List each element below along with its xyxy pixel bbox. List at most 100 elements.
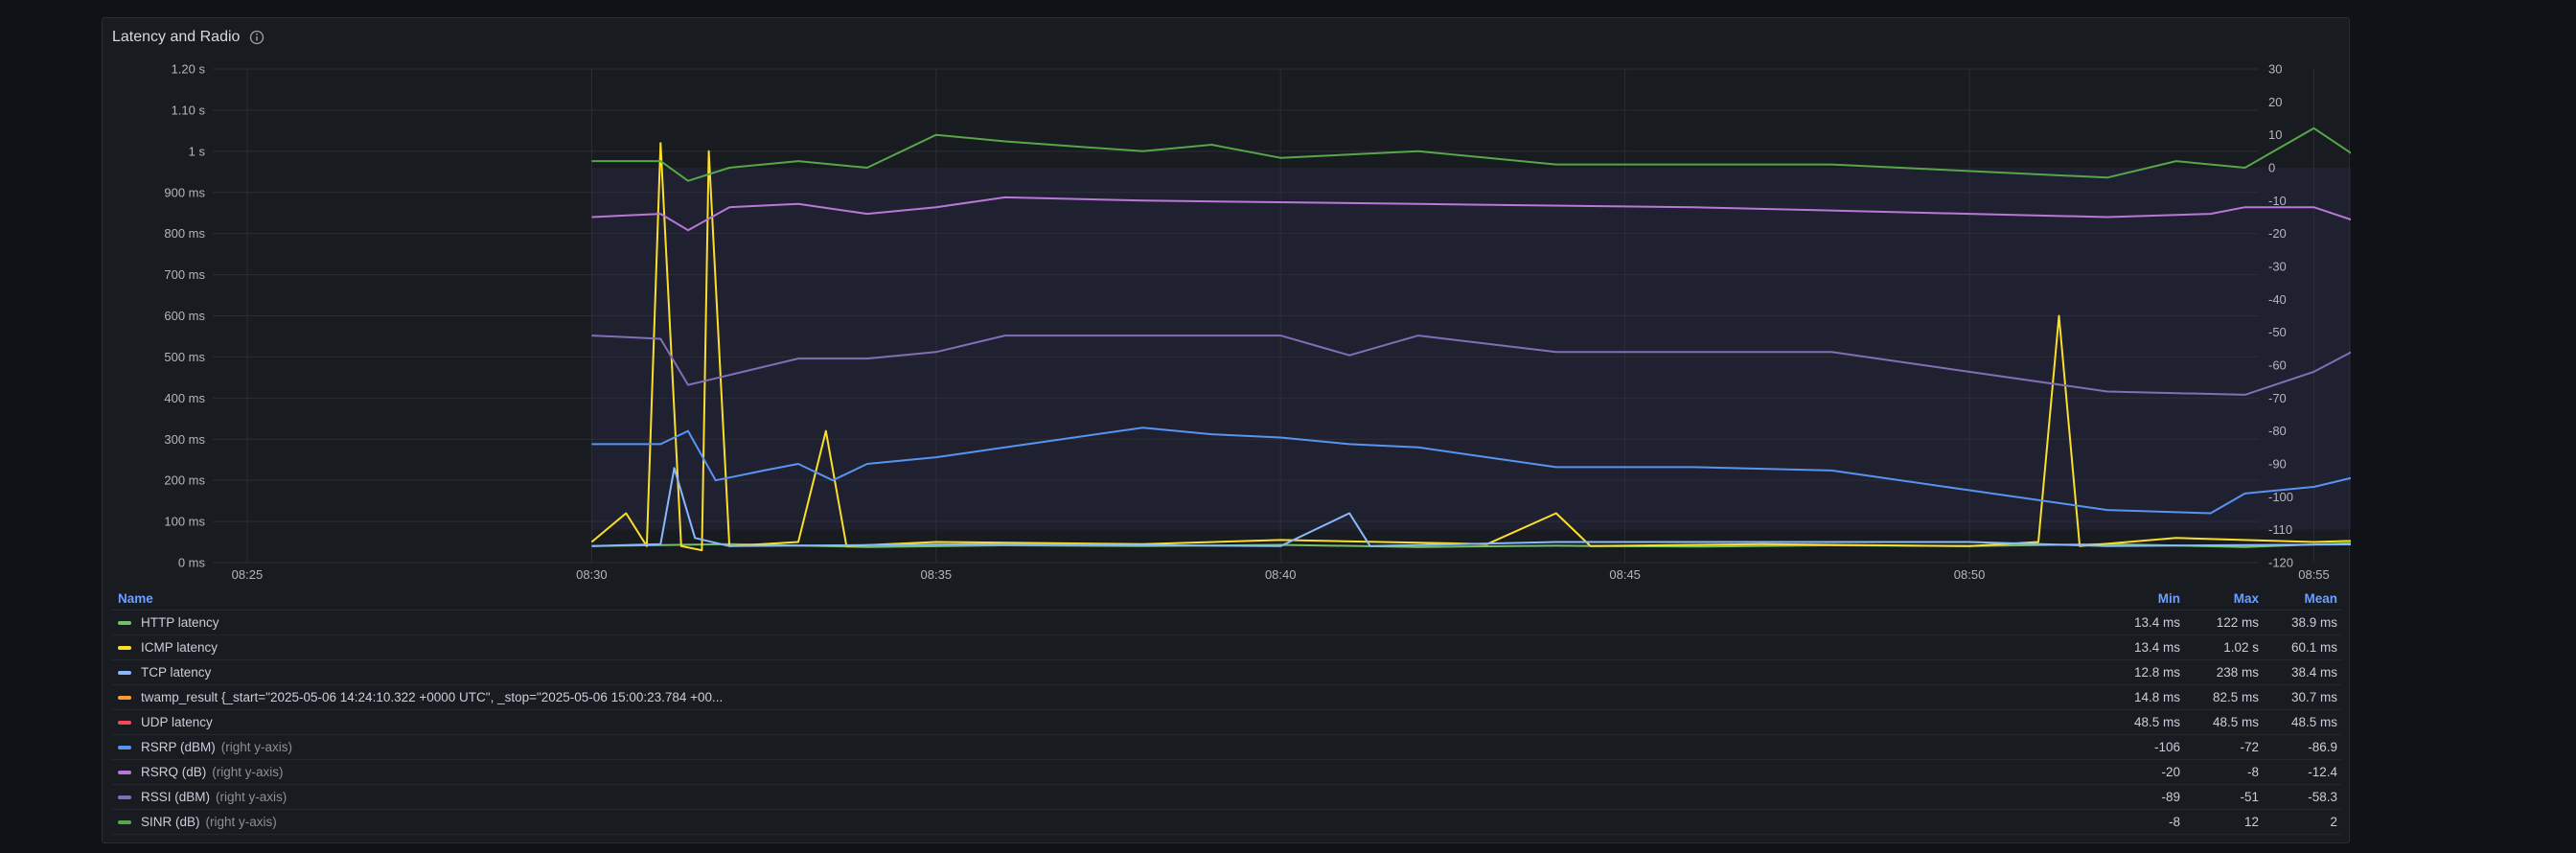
legend-series-name[interactable]: HTTP latency	[112, 615, 2102, 630]
legend-series-name[interactable]: RSSI (dBM) (right y-axis)	[112, 790, 2102, 804]
legend-color-swatch	[118, 795, 131, 799]
legend-row[interactable]: SINR (dB) (right y-axis) -8 12 2	[112, 810, 2341, 835]
y-right-tick-label: -110	[2268, 522, 2292, 537]
legend-min-value: -20	[2161, 765, 2180, 779]
legend-row[interactable]: RSRP (dBM) (right y-axis) -106 -72 -86.9	[112, 735, 2341, 760]
legend-series-name[interactable]: RSRQ (dB) (right y-axis)	[112, 765, 2102, 779]
legend-series-name[interactable]: RSRP (dBM) (right y-axis)	[112, 740, 2102, 754]
legend-axis-note: (right y-axis)	[216, 790, 288, 804]
legend-color-swatch	[118, 670, 131, 675]
legend-series-label: HTTP latency	[141, 615, 219, 630]
legend-min-value: 13.4 ms	[2133, 640, 2180, 655]
legend-max-value: 48.5 ms	[2212, 715, 2259, 729]
legend-mean-value: 30.7 ms	[2290, 690, 2337, 704]
legend-min-value: -8	[2168, 815, 2180, 829]
legend-min-value: -106	[2153, 740, 2180, 754]
x-tick-label: 08:55	[2298, 567, 2330, 582]
legend-header-min[interactable]: Min	[2102, 591, 2180, 606]
legend-color-swatch	[118, 695, 131, 700]
y-left-tick-label: 300 ms	[164, 432, 205, 447]
x-tick-label: 08:35	[921, 567, 953, 582]
y-left-tick-label: 600 ms	[164, 309, 205, 323]
legend-header-mean[interactable]: Mean	[2259, 591, 2341, 606]
legend-max-value: 12	[2243, 815, 2259, 829]
legend-header-max[interactable]: Max	[2180, 591, 2259, 606]
y-right-tick-label: -80	[2268, 424, 2287, 438]
legend-color-swatch	[118, 770, 131, 774]
y-right-tick-label: -10	[2268, 194, 2287, 208]
y-left-tick-label: 700 ms	[164, 267, 205, 282]
legend-row[interactable]: TCP latency 12.8 ms 238 ms 38.4 ms	[112, 660, 2341, 685]
y-left-tick-label: 1 s	[189, 144, 206, 158]
legend-series-label: ICMP latency	[141, 640, 218, 655]
legend-series-label: twamp_result {_start="2025-05-06 14:24:1…	[141, 690, 724, 704]
y-left-tick-label: 0 ms	[178, 556, 206, 570]
legend-series-name[interactable]: ICMP latency	[112, 640, 2102, 655]
coverage-band	[591, 168, 2351, 530]
y-right-tick-label: 30	[2268, 62, 2282, 77]
y-left-tick-label: 900 ms	[164, 185, 205, 199]
y-right-tick-label: -60	[2268, 358, 2287, 373]
legend-max-value: 122 ms	[2216, 615, 2259, 630]
legend-max-value: -72	[2240, 740, 2259, 754]
legend-series-label: RSRQ (dB)	[141, 765, 207, 779]
legend-row[interactable]: ICMP latency 13.4 ms 1.02 s 60.1 ms	[112, 635, 2341, 660]
legend-series-label: RSSI (dBM)	[141, 790, 211, 804]
legend-max-value: 82.5 ms	[2212, 690, 2259, 704]
y-right-tick-label: 10	[2268, 127, 2282, 142]
legend-mean-value: 48.5 ms	[2290, 715, 2337, 729]
legend-mean-value: 38.4 ms	[2290, 665, 2337, 680]
legend-series-name[interactable]: TCP latency	[112, 665, 2102, 680]
x-tick-label: 08:45	[1609, 567, 1641, 582]
legend-row[interactable]: UDP latency 48.5 ms 48.5 ms 48.5 ms	[112, 710, 2341, 735]
legend-axis-note: (right y-axis)	[205, 815, 277, 829]
legend-table: Name Min Max Mean HTTP latency 13.4 ms 122…	[103, 588, 2351, 835]
legend-min-value: 14.8 ms	[2133, 690, 2180, 704]
y-left-tick-label: 1.20 s	[172, 62, 206, 77]
y-right-tick-label: -30	[2268, 260, 2287, 274]
legend-mean-value: -58.3	[2308, 790, 2337, 804]
legend-min-value: 48.5 ms	[2133, 715, 2180, 729]
legend-max-value: -8	[2246, 765, 2259, 779]
legend-header-name[interactable]: Name	[112, 591, 2102, 606]
legend-color-swatch	[118, 645, 131, 650]
legend-axis-note: (right y-axis)	[212, 765, 284, 779]
legend-mean-value: -12.4	[2308, 765, 2337, 779]
legend-series-name[interactable]: SINR (dB) (right y-axis)	[112, 815, 2102, 829]
legend-color-swatch	[118, 745, 131, 749]
y-right-tick-label: -70	[2268, 391, 2287, 405]
y-left-tick-label: 1.10 s	[172, 103, 206, 117]
latency-radio-panel: Latency and Radio 0 ms 100 ms 200 ms 300 ms…	[102, 17, 2351, 843]
y-right-tick-label: -50	[2268, 325, 2287, 339]
legend-series-name[interactable]: twamp_result {_start="2025-05-06 14:24:1…	[112, 690, 2102, 704]
legend-series-label: RSRP (dBM)	[141, 740, 216, 754]
y-right-tick-label: 20	[2268, 95, 2282, 109]
y-right-tick-label: -20	[2268, 226, 2287, 241]
legend-series-label: SINR (dB)	[141, 815, 200, 829]
y-left-tick-label: 500 ms	[164, 350, 205, 364]
legend-row[interactable]: RSRQ (dB) (right y-axis) -20 -8 -12.4	[112, 760, 2341, 785]
legend-mean-value: -86.9	[2308, 740, 2337, 754]
timeseries-chart[interactable]: 0 ms 100 ms 200 ms 300 ms 400 ms 500 ms 600 ms…	[103, 18, 2351, 586]
legend-axis-note: (right y-axis)	[220, 740, 293, 754]
legend-row[interactable]: twamp_result {_start="2025-05-06 14:24:1…	[112, 685, 2341, 710]
y-right-tick-label: -90	[2268, 457, 2287, 472]
y-right-tick-label: -120	[2268, 556, 2293, 570]
y-right-tick-label: 0	[2268, 161, 2275, 175]
x-tick-label: 08:25	[232, 567, 264, 582]
legend-header: Name Min Max Mean	[112, 588, 2341, 611]
y-left-tick-label: 400 ms	[164, 391, 205, 405]
legend-row[interactable]: RSSI (dBM) (right y-axis) -89 -51 -58.3	[112, 785, 2341, 810]
legend-max-value: 1.02 s	[2223, 640, 2259, 655]
y-left-tick-label: 800 ms	[164, 226, 205, 241]
legend-series-label: TCP latency	[141, 665, 212, 680]
y-left-tick-label: 100 ms	[164, 515, 205, 529]
x-tick-label: 08:50	[1954, 567, 1986, 582]
legend-max-value: 238 ms	[2216, 665, 2259, 680]
legend-row[interactable]: HTTP latency 13.4 ms 122 ms 38.9 ms	[112, 611, 2341, 635]
legend-color-swatch	[118, 819, 131, 824]
legend-min-value: 13.4 ms	[2133, 615, 2180, 630]
legend-series-name[interactable]: UDP latency	[112, 715, 2102, 729]
legend-mean-value: 60.1 ms	[2290, 640, 2337, 655]
y-left-tick-label: 200 ms	[164, 473, 205, 488]
